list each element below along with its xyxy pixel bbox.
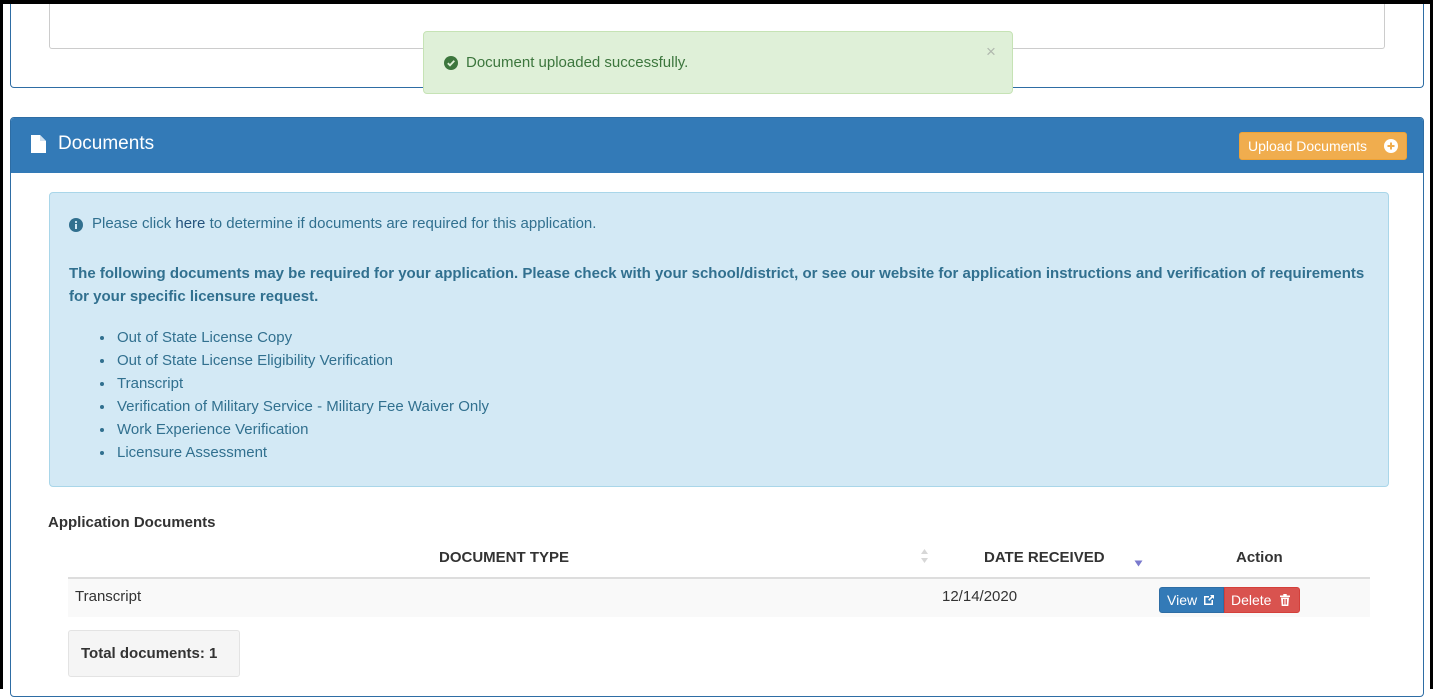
sort-icon[interactable]	[920, 548, 929, 564]
info-alert: Please click here to determine if docume…	[49, 192, 1389, 487]
upload-documents-button[interactable]: Upload Documents	[1239, 132, 1407, 160]
documents-panel-heading: Documents Upload Documents	[11, 118, 1423, 173]
plus-circle-icon	[1384, 139, 1398, 153]
info-circle-icon	[69, 218, 83, 232]
required-documents-lead: The following documents may be required …	[69, 265, 1365, 305]
documents-panel: Documents Upload Documents Please click …	[10, 117, 1424, 697]
info-line: Please click here to determine if docume…	[92, 215, 596, 232]
external-link-icon	[1204, 595, 1214, 605]
date-received-cell: 12/14/2020	[942, 588, 1018, 605]
check-circle-icon	[444, 56, 458, 70]
file-icon	[31, 135, 46, 153]
list-item: Out of State License Copy	[99, 326, 489, 349]
here-link[interactable]: here	[175, 215, 205, 232]
list-item: Out of State License Eligibility Verific…	[99, 349, 489, 372]
application-documents-title: Application Documents	[48, 514, 216, 531]
list-item: Transcript	[99, 372, 489, 395]
info-prefix: Please click	[92, 215, 176, 232]
list-item: Work Experience Verification	[99, 418, 489, 441]
success-message: Document uploaded successfully.	[466, 54, 689, 71]
upload-documents-label: Upload Documents	[1248, 138, 1368, 154]
delete-label: Delete	[1231, 592, 1272, 608]
info-suffix: to determine if documents are required f…	[205, 215, 597, 232]
success-alert: Document uploaded successfully. ×	[423, 31, 1013, 94]
table-row: Transcript 12/14/2020 View Delete	[68, 579, 1370, 617]
document-type-cell: Transcript	[75, 588, 142, 605]
view-label: View	[1167, 592, 1198, 608]
total-documents: Total documents: 1	[68, 630, 240, 677]
close-alert-button[interactable]: ×	[986, 43, 996, 60]
list-item: Licensure Assessment	[99, 441, 489, 464]
column-header-document-type[interactable]: DOCUMENT TYPE	[439, 549, 569, 566]
view-button[interactable]: View	[1159, 587, 1224, 613]
table-header-row: DOCUMENT TYPE DATE RECEIVED Action	[68, 543, 1370, 579]
column-header-action: Action	[1236, 549, 1283, 566]
delete-button[interactable]: Delete	[1224, 587, 1300, 613]
column-header-date-received[interactable]: DATE RECEIVED	[984, 549, 1105, 566]
panel-title: Documents	[58, 133, 155, 154]
trash-icon	[1280, 594, 1290, 606]
required-documents-list: Out of State License Copy Out of State L…	[69, 326, 489, 464]
sort-descending-icon[interactable]	[1134, 560, 1143, 567]
list-item: Verification of Military Service - Milit…	[99, 395, 489, 418]
